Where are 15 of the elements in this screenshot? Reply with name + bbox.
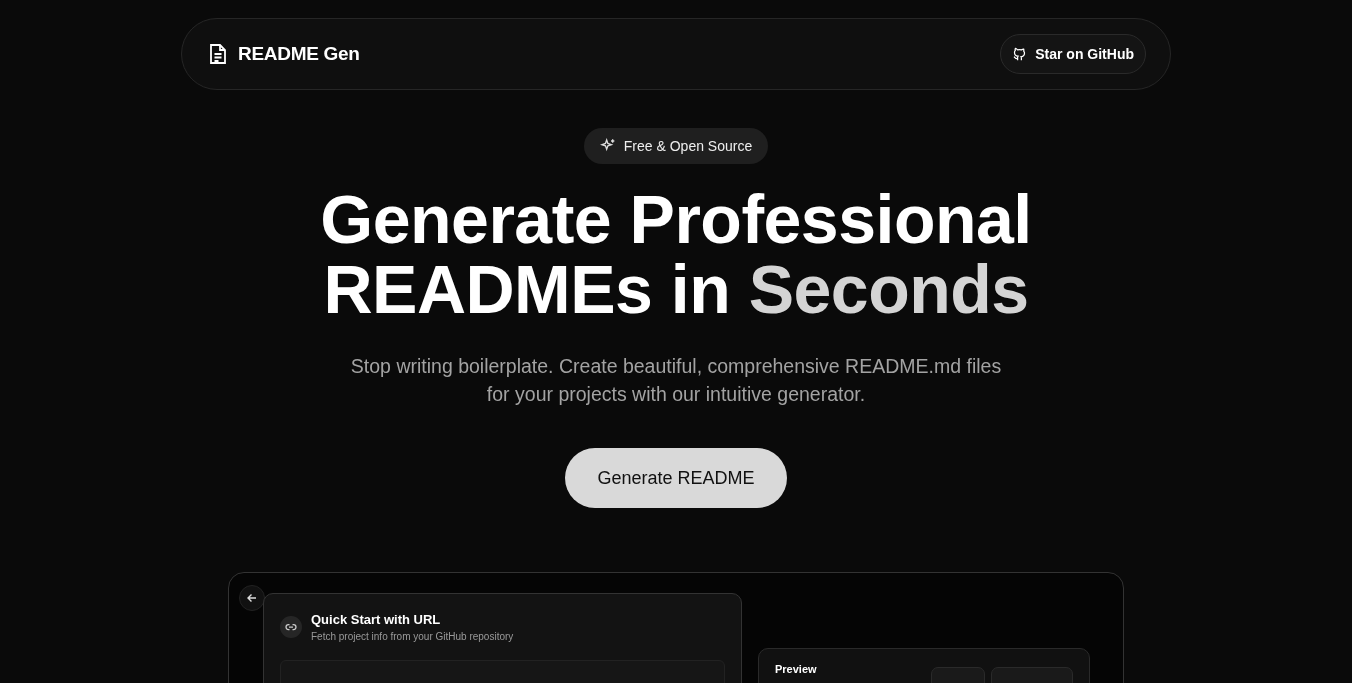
github-star-button[interactable]: Star on GitHub xyxy=(1000,34,1146,74)
back-arrow-icon xyxy=(247,593,257,603)
document-icon xyxy=(208,43,228,65)
link-icon xyxy=(280,616,302,638)
brand-name: README Gen xyxy=(238,43,360,65)
card-title: Quick Start with URL xyxy=(311,612,442,627)
preview-title: Preview xyxy=(775,663,817,677)
sparkles-icon xyxy=(599,138,616,154)
hero-title: Generate Professional READMEs in Seconds xyxy=(320,184,1032,324)
card-description: Fetch project info from your GitHub repository xyxy=(311,631,514,642)
hero-subtitle: Stop writing boilerplate. Create beautiful, comprehensive README.md files for your projects with our intuitive generator. xyxy=(349,354,1003,407)
back-button[interactable] xyxy=(239,585,265,611)
github-icon xyxy=(1012,46,1028,62)
badge-text: Free & Open Source xyxy=(623,138,753,154)
generate-readme-button[interactable]: Generate README xyxy=(565,448,787,508)
